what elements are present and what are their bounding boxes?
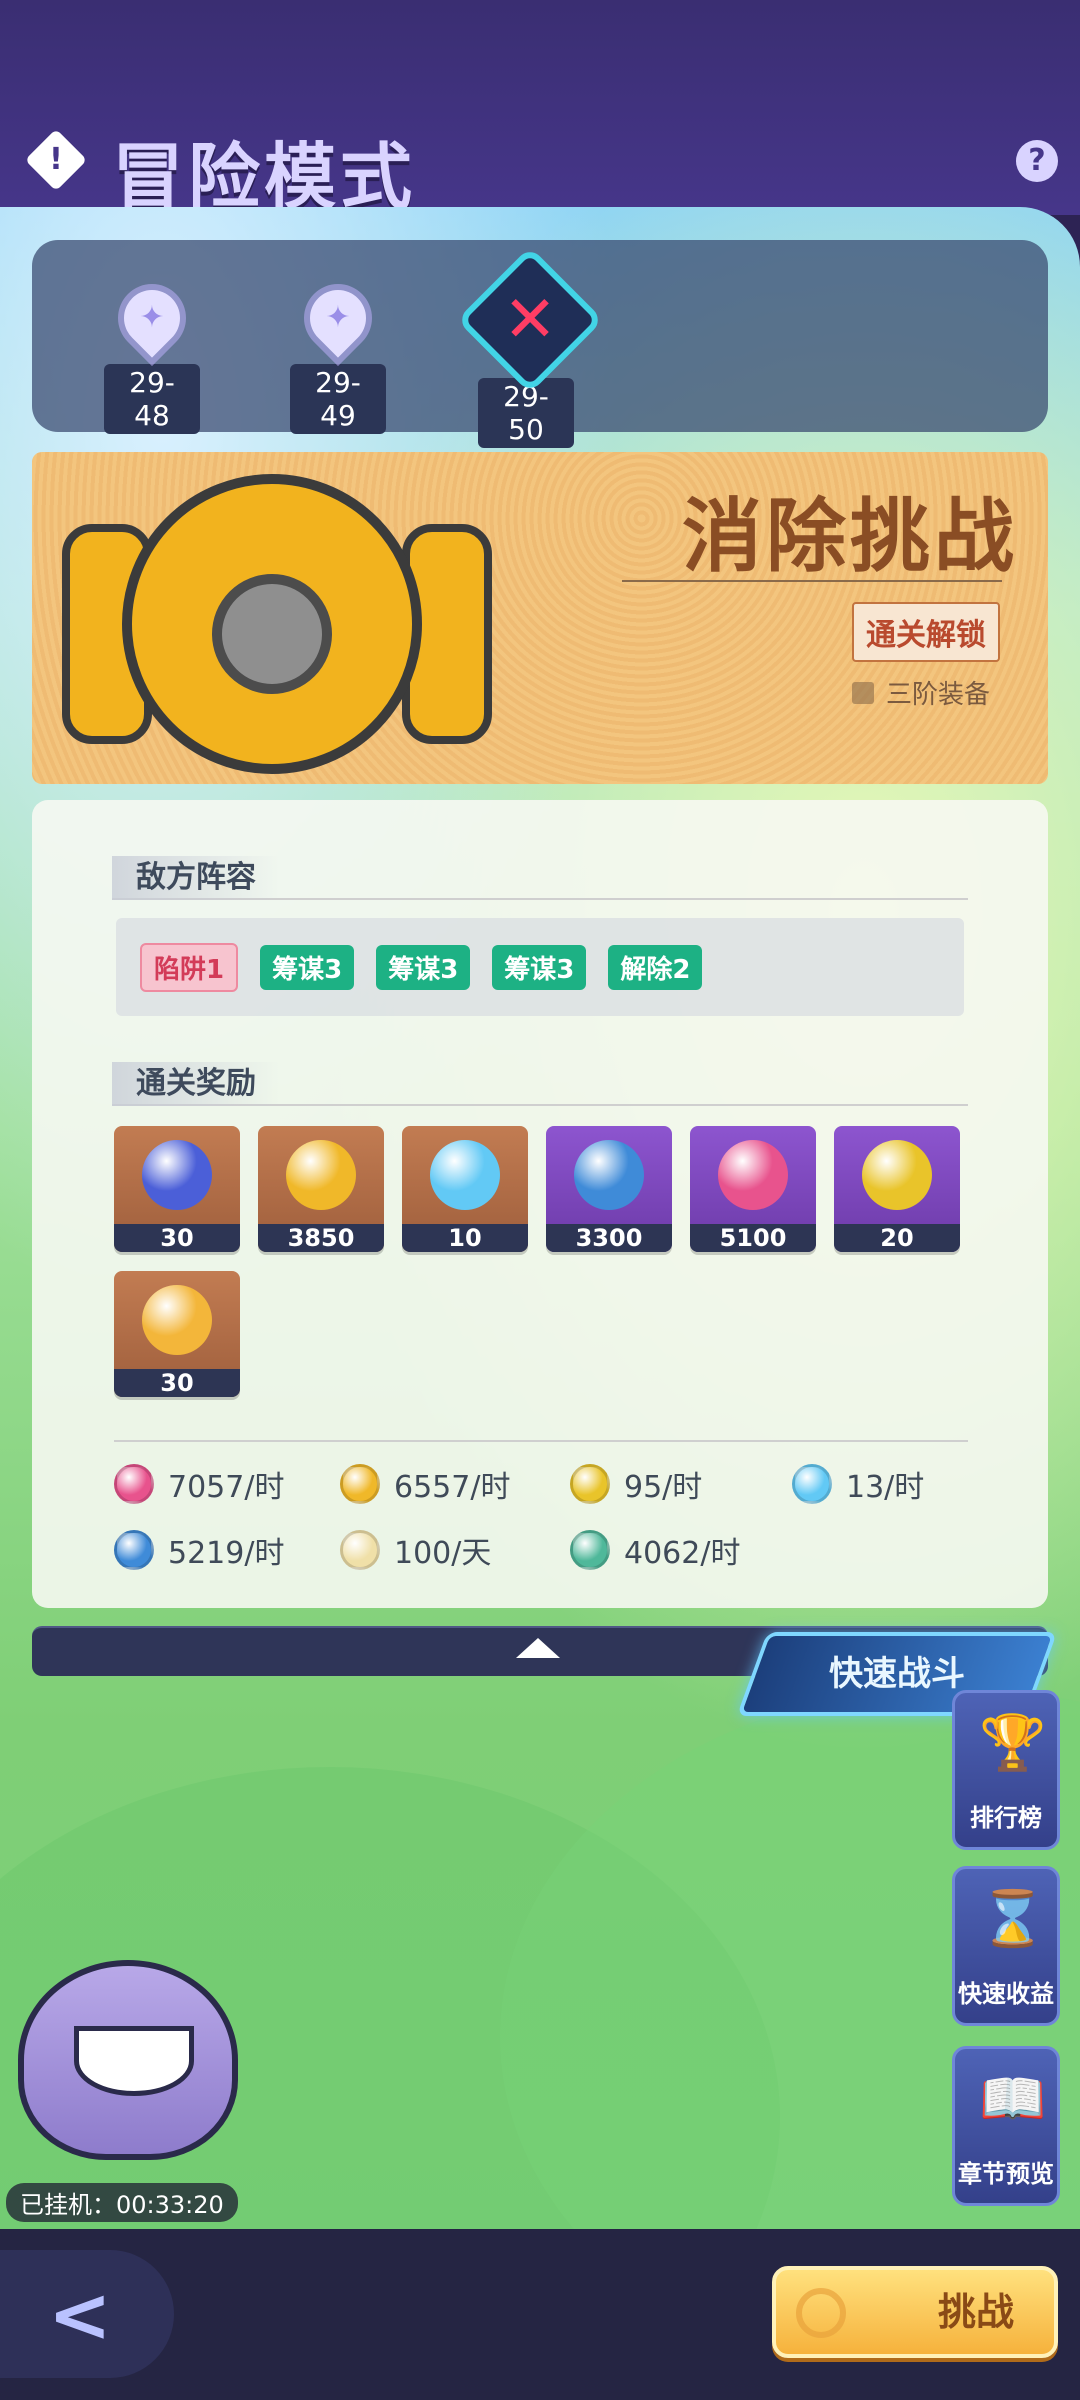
help-icon[interactable]: ? [1016,140,1058,182]
trait-badge[interactable]: 筹谋3 [492,944,587,990]
reward-item[interactable]: 30 [114,1126,240,1252]
reward-amount: 5100 [690,1224,816,1252]
stage-cleared-pin-icon: ✦ [112,278,192,358]
challenge-button[interactable]: 挑战 [772,2266,1058,2358]
stage-label: 29-48 [104,364,200,434]
trait-badge[interactable]: 筹谋3 [376,944,471,990]
idle-rate-item: 13/时 [792,1462,924,1506]
blue-gem-icon [114,1530,154,1570]
stage-node-29-49[interactable]: ✦ 29-49 [290,278,386,434]
puzzle-weapon-icon [142,1140,212,1210]
reward-item[interactable]: 20 [834,1126,960,1252]
rate-value: 100/天 [394,1536,492,1571]
reward-item[interactable]: 10 [402,1126,528,1252]
equipment-unlock-row: 三阶装备 [852,674,990,711]
title-divider [622,580,1002,582]
stage-info-panel: 敌方阵容 陷阱1 筹谋3 筹谋3 筹谋3 解除2 通关奖励 30 3850 10 33… [32,800,1048,1608]
top-bar: ! 冒险模式 ? [0,0,1080,219]
reward-item[interactable]: 30 [114,1271,240,1397]
back-arrow-icon: < [48,2270,112,2359]
stage-node-29-48[interactable]: ✦ 29-48 [104,278,200,434]
rewards-header: 通关奖励 [112,1062,968,1106]
boss-challenge-panel: 消除挑战 通关解锁 三阶装备 [32,452,1048,784]
reward-amount: 30 [114,1224,240,1252]
reward-item[interactable]: 5100 [690,1126,816,1252]
reward-item[interactable]: 3300 [546,1126,672,1252]
stage-node-29-50[interactable]: ✕ 29-50 [456,246,604,448]
idle-timer: 已挂机：00:33:20 [6,2183,238,2222]
quick-earnings-button[interactable]: ⌛ 快速收益 [952,1866,1060,2026]
diamond-icon [430,1140,500,1210]
diamond-icon [792,1464,832,1504]
gold-coin-icon [286,1140,356,1210]
reward-amount: 30 [114,1369,240,1397]
idle-pet-avatar[interactable] [0,1960,270,2200]
crossed-swords-stage-icon: ✕ [456,246,604,394]
back-button[interactable]: < [0,2250,174,2378]
reward-item[interactable]: 3850 [258,1126,384,1252]
rate-value: 6557/时 [394,1470,511,1505]
equipment-label: 三阶装备 [886,680,991,710]
trophy-icon: 🏆 [979,1711,1047,1774]
hourglass-icon: ⌛ [979,1887,1047,1950]
trait-badge[interactable]: 筹谋3 [260,944,355,990]
idle-rate-item: 4062/时 [570,1528,740,1572]
unlock-badge: 通关解锁 [852,602,1000,662]
boss-robot-portrait [52,454,492,784]
equipment-square-icon [852,681,874,704]
adventure-mode-icon: ! [24,128,88,192]
stage-label: 29-50 [478,378,574,448]
rates-divider [114,1440,968,1442]
idle-rate-item: 5219/时 [114,1528,284,1572]
stage-progress-strip: ✦ 29-48 ✦ 29-49 ✕ 29-50 [32,240,1048,448]
sleeping-pet-icon [18,1960,238,2160]
green-temple-icon [570,1530,610,1570]
reward-amount: 3300 [546,1224,672,1252]
idle-rate-item: 100/天 [340,1528,491,1572]
gold-coin-icon [340,1464,380,1504]
stage-label: 29-49 [290,364,386,434]
reward-grid: 30 3850 10 3300 5100 20 30 [114,1126,984,1397]
reward-amount: 20 [834,1224,960,1252]
blue-helmet-icon [574,1140,644,1210]
rate-value: 7057/时 [168,1470,285,1505]
book-icon: 📖 [979,2067,1047,2130]
reward-amount: 3850 [258,1224,384,1252]
trait-badge[interactable]: 陷阱1 [140,942,239,992]
chevron-up-icon [516,1638,560,1658]
challenge-title: 消除挑战 [682,489,1018,583]
chapter-preview-button[interactable]: 📖 章节预览 [952,2046,1060,2206]
reward-amount: 10 [402,1224,528,1252]
stage-cleared-pin-icon: ✦ [298,278,378,358]
leaderboard-button[interactable]: 🏆 排行榜 [952,1690,1060,1850]
enemy-traits-box: 陷阱1 筹谋3 筹谋3 筹谋3 解除2 [116,918,964,1016]
pink-orb-icon [718,1140,788,1210]
idle-rate-item: 6557/时 [340,1462,510,1506]
white-star-icon [340,1530,380,1570]
rate-value: 13/时 [846,1470,925,1505]
enemy-lineup-header: 敌方阵容 [112,856,968,900]
fire-egg-icon [142,1285,212,1355]
idle-rate-item: 7057/时 [114,1462,284,1506]
idle-rate-item: 95/时 [570,1462,702,1506]
trait-badge[interactable]: 解除2 [608,944,703,990]
gold-sword-icon [570,1464,610,1504]
rate-value: 5219/时 [168,1536,285,1571]
rate-value: 4062/时 [624,1536,741,1571]
gold-sword-icon [862,1140,932,1210]
pink-orb-icon [114,1464,154,1504]
rate-value: 95/时 [624,1470,703,1505]
